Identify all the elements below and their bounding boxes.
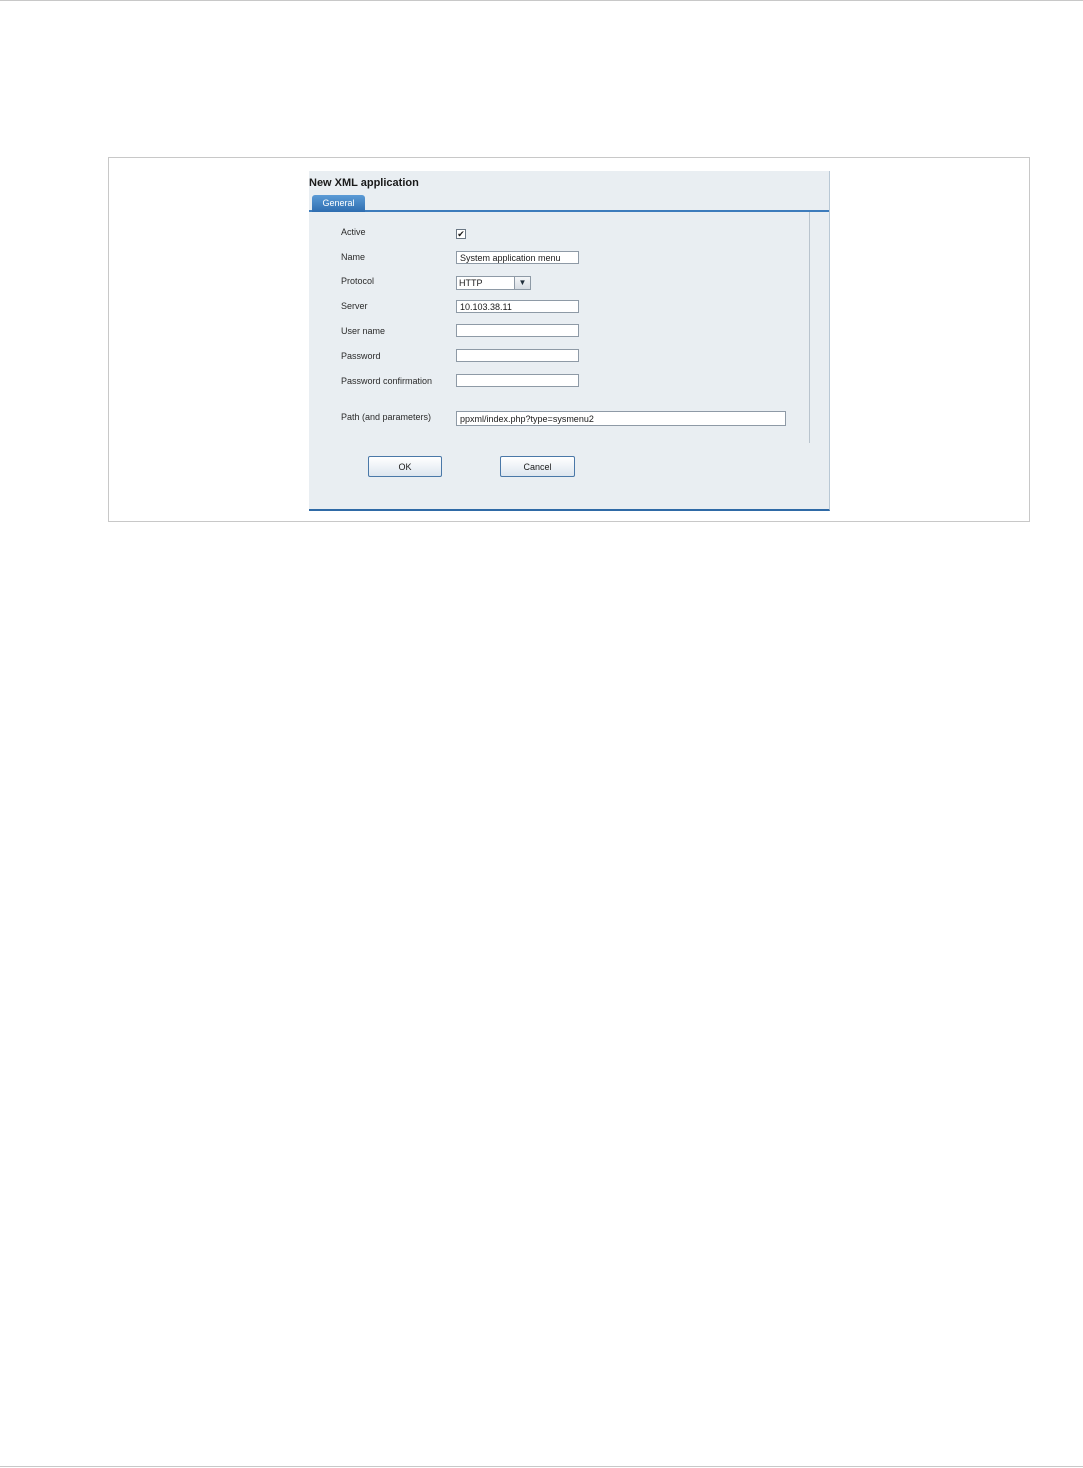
general-panel: Active ✔ Name Protocol HTTP ▼ Server Use…: [314, 212, 810, 443]
active-label: Active: [341, 227, 366, 237]
ok-button[interactable]: OK: [368, 456, 442, 477]
cancel-button[interactable]: Cancel: [500, 456, 575, 477]
server-input[interactable]: [456, 300, 579, 313]
path-label: Path (and parameters): [341, 412, 432, 422]
path-input[interactable]: [456, 411, 786, 426]
protocol-label: Protocol: [341, 276, 375, 286]
name-input[interactable]: [456, 251, 579, 264]
password-confirmation-label: Password confirmation: [341, 376, 433, 386]
chevron-down-icon[interactable]: ▼: [514, 277, 530, 289]
tab-general[interactable]: General: [312, 195, 365, 212]
user-name-input[interactable]: [456, 324, 579, 337]
name-label: Name: [341, 252, 366, 262]
top-page-rule: [0, 0, 1083, 1]
password-confirmation-input[interactable]: [456, 374, 579, 387]
new-xml-application-dialog: New XML application General Active ✔ Nam…: [309, 171, 830, 511]
bottom-page-rule: [0, 1466, 1083, 1467]
active-checkbox[interactable]: ✔: [456, 229, 466, 239]
password-input[interactable]: [456, 349, 579, 362]
protocol-select[interactable]: HTTP ▼: [456, 276, 531, 290]
protocol-selected-value: HTTP: [459, 278, 483, 288]
dialog-title: New XML application: [309, 177, 419, 189]
password-label: Password: [341, 351, 381, 361]
user-name-label: User name: [341, 326, 386, 336]
tab-strip: General: [309, 195, 829, 212]
server-label: Server: [341, 301, 368, 311]
